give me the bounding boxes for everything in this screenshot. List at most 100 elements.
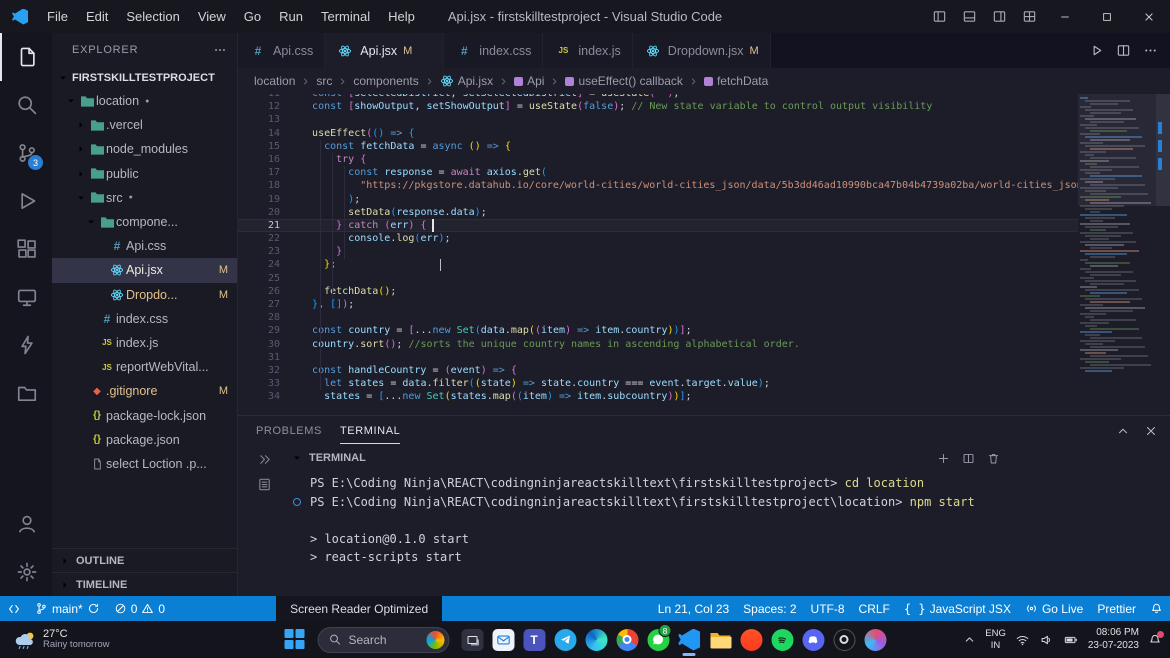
eol-status[interactable]: CRLF — [852, 596, 897, 621]
chevron-up-icon[interactable] — [963, 633, 976, 646]
editor-tab-api-jsx[interactable]: Api.jsx M — [325, 33, 444, 68]
language-mode-status[interactable]: { } JavaScript JSX — [897, 596, 1018, 621]
code-line-14[interactable]: 14 useEffect(() => { — [238, 127, 1078, 140]
code-line-31[interactable]: 31 — [238, 351, 1078, 364]
screen-reader-status[interactable]: Screen Reader Optimized — [276, 596, 442, 621]
taskbar-app-chrome[interactable] — [612, 621, 643, 658]
tree-item-index-js[interactable]: JS index.js — [52, 331, 237, 355]
customize-layout-icon[interactable] — [1014, 0, 1044, 33]
close-icon[interactable] — [1144, 424, 1158, 438]
taskbar-app-telegram[interactable] — [550, 621, 581, 658]
split-terminal-icon[interactable] — [962, 452, 975, 465]
line-number[interactable]: 34 — [238, 390, 292, 403]
line-number[interactable]: 12 — [238, 100, 292, 113]
code-editor[interactable]: 11 const [selectedDistrict, setSelectedD… — [238, 94, 1170, 415]
weather-widget[interactable]: 27°C Rainy tomorrow — [6, 621, 118, 658]
activitybar-project-manager[interactable] — [0, 369, 52, 417]
chevron-up-icon[interactable] — [1116, 424, 1130, 438]
tree-item-index-css[interactable]: # index.css — [52, 307, 237, 331]
toggle-secondary-sidebar-icon[interactable] — [984, 0, 1014, 33]
editor-tab-dropdown-jsx[interactable]: Dropdown.jsx M — [633, 33, 771, 68]
taskbar-app-task-view[interactable] — [457, 621, 488, 658]
minimap-viewport[interactable] — [1078, 94, 1156, 206]
activitybar-run-debug[interactable] — [0, 177, 52, 225]
activitybar-thunder-client[interactable] — [0, 321, 52, 369]
code-line-18[interactable]: 18 "https://pkgstore.datahub.io/core/wor… — [238, 179, 1078, 192]
tree-item-api-jsx[interactable]: Api.jsx M — [52, 258, 237, 282]
start-button[interactable] — [280, 621, 311, 658]
git-branch-status[interactable]: main* — [28, 596, 107, 621]
language-indicator[interactable]: ENGIN — [985, 628, 1006, 651]
remote-indicator[interactable] — [0, 596, 28, 621]
taskbar-app-discord[interactable] — [798, 621, 829, 658]
code-line-15[interactable]: 15 const fetchData = async () => { — [238, 140, 1078, 153]
line-number[interactable]: 24 — [238, 258, 292, 271]
activitybar-extensions[interactable] — [0, 225, 52, 273]
code-line-28[interactable]: 28 — [238, 311, 1078, 324]
tree-item-src[interactable]: src ● — [52, 186, 237, 210]
line-number[interactable]: 22 — [238, 232, 292, 245]
line-number[interactable]: 20 — [238, 206, 292, 219]
breadcrumb-item[interactable]: useEffect() callback — [565, 74, 683, 88]
minimap[interactable] — [1078, 94, 1156, 415]
code-line-33[interactable]: 33 let states = data.filter((state) => s… — [238, 377, 1078, 390]
line-number[interactable]: 31 — [238, 351, 292, 364]
toggle-panel-icon[interactable] — [954, 0, 984, 33]
battery-icon[interactable] — [1063, 633, 1079, 647]
line-number[interactable]: 29 — [238, 324, 292, 337]
code-line-19[interactable]: 19 ); — [238, 193, 1078, 206]
clock-widget[interactable]: 08:06 PM 23-07-2023 — [1088, 627, 1139, 652]
code-line-30[interactable]: 30 country.sort(); //sorts the unique co… — [238, 338, 1078, 351]
tree-item-location[interactable]: location ● — [52, 89, 237, 113]
taskbar-app-photos[interactable] — [860, 621, 891, 658]
tree-item-reportwebvital-[interactable]: JS reportWebVital... — [52, 355, 237, 379]
line-number[interactable]: 26 — [238, 285, 292, 298]
code-line-13[interactable]: 13 — [238, 113, 1078, 126]
code-line-23[interactable]: 23 } — [238, 245, 1078, 258]
line-number[interactable]: 23 — [238, 245, 292, 258]
outline-section[interactable]: OUTLINE — [52, 548, 237, 572]
problems-status[interactable]: 0 0 — [107, 596, 172, 621]
tab-problems[interactable]: PROBLEMS — [256, 419, 322, 443]
taskbar-app-vscode[interactable] — [674, 621, 705, 658]
minimize-button[interactable] — [1044, 0, 1086, 33]
activitybar-search[interactable] — [0, 81, 52, 129]
terminal-section-header[interactable]: TERMINAL — [290, 446, 1170, 470]
code-line-32[interactable]: 32 const handleCountry = (event) => { — [238, 364, 1078, 377]
timeline-section[interactable]: TIMELINE — [52, 572, 237, 596]
indentation-status[interactable]: Spaces: 2 — [736, 596, 803, 621]
tab-terminal[interactable]: TERMINAL — [340, 419, 400, 444]
line-number[interactable]: 27 — [238, 298, 292, 311]
prettier-status[interactable]: Prettier — [1090, 596, 1143, 621]
tree-item--vercel[interactable]: .vercel — [52, 113, 237, 137]
line-number[interactable]: 30 — [238, 338, 292, 351]
toggle-sidebar-icon[interactable] — [924, 0, 954, 33]
code-line-12[interactable]: 12 const [showOutput, setShowOutput] = u… — [238, 100, 1078, 113]
line-number[interactable]: 19 — [238, 193, 292, 206]
line-number[interactable]: 33 — [238, 377, 292, 390]
close-tab-icon[interactable] — [420, 45, 432, 57]
close-window-button[interactable] — [1128, 0, 1170, 33]
editor-tab-index-js[interactable]: JS index.js — [543, 33, 632, 68]
wifi-icon[interactable] — [1015, 633, 1030, 647]
run-button[interactable] — [1089, 43, 1104, 58]
editor-tab-api-css[interactable]: # Api.css — [238, 33, 325, 68]
tree-item-select-loction-p-[interactable]: select Loction .p... — [52, 452, 237, 476]
scrollbar[interactable] — [1156, 94, 1170, 415]
taskbar-app-obs[interactable] — [829, 621, 860, 658]
menu-selection[interactable]: Selection — [117, 6, 188, 27]
tree-item-compone-[interactable]: compone... — [52, 210, 237, 234]
tree-item-node-modules[interactable]: node_modules — [52, 137, 237, 161]
taskbar-app-file-explorer[interactable] — [705, 621, 736, 658]
tree-item-dropdo-[interactable]: Dropdo... M — [52, 283, 237, 307]
code-line-16[interactable]: 16 try { — [238, 153, 1078, 166]
breadcrumb-item[interactable]: components — [353, 74, 418, 88]
code-line-17[interactable]: 17 const response = await axios.get( — [238, 166, 1078, 179]
go-live-button[interactable]: Go Live — [1018, 596, 1090, 621]
tree-item--gitignore[interactable]: ◆ .gitignore M — [52, 379, 237, 403]
menu-go[interactable]: Go — [235, 6, 270, 27]
line-number[interactable]: 13 — [238, 113, 292, 126]
line-number[interactable]: 32 — [238, 364, 292, 377]
activitybar-files[interactable] — [0, 33, 52, 81]
breadcrumb-item[interactable]: src — [316, 74, 332, 88]
